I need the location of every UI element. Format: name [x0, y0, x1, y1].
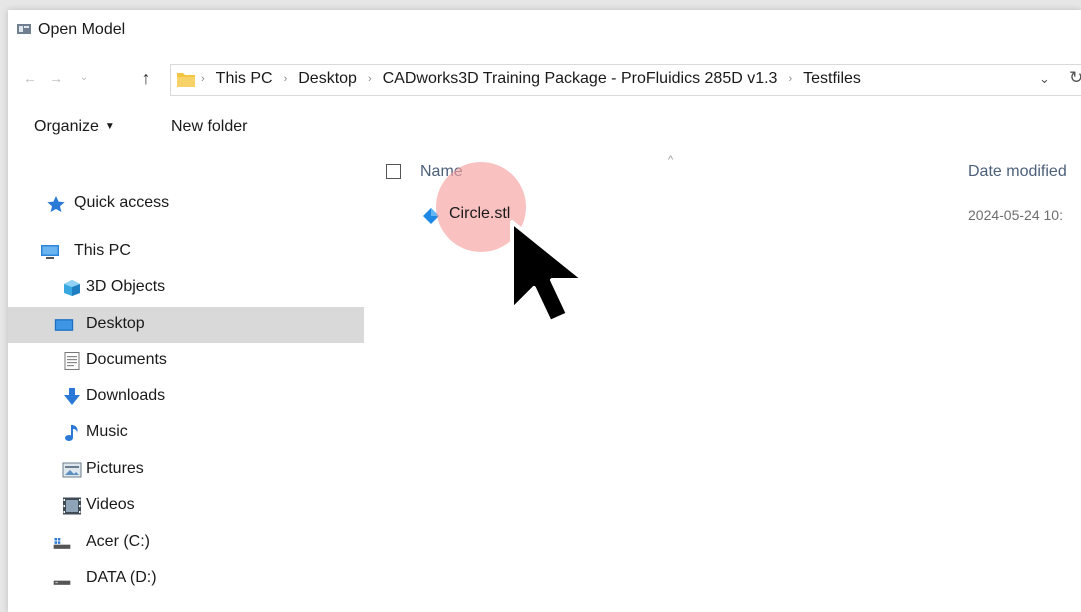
- app-icon: [17, 24, 31, 34]
- nav-item-pictures[interactable]: Pictures: [8, 452, 364, 488]
- open-model-dialog: Open Model ← → ⌄ ↑ › This PC › Desktop ›…: [8, 10, 1081, 612]
- refresh-icon[interactable]: ↻: [1069, 68, 1081, 88]
- nav-item-label: Acer (C:): [86, 533, 150, 550]
- toolbar: Organize ▼ New folder: [8, 114, 1081, 144]
- select-all-checkbox[interactable]: [386, 164, 401, 179]
- up-arrow-icon[interactable]: ↑: [136, 68, 156, 88]
- organize-label: Organize: [34, 118, 99, 135]
- nav-item-label: 3D Objects: [86, 278, 166, 295]
- nav-item-desktop[interactable]: Desktop: [8, 307, 364, 343]
- breadcrumb-testfiles[interactable]: Testfiles: [803, 70, 861, 88]
- drive-c-icon: [53, 538, 71, 549]
- nav-item-this-pc[interactable]: This PC: [8, 234, 364, 270]
- breadcrumb-separator: ›: [788, 73, 793, 85]
- organize-button[interactable]: Organize ▼: [34, 118, 115, 136]
- drive-d-icon: [53, 580, 71, 585]
- document-icon: [64, 352, 80, 370]
- nav-item-label: This PC: [74, 242, 131, 259]
- breadcrumb-desktop[interactable]: Desktop: [298, 70, 357, 88]
- file-date-modified: 2024-05-24 10:: [968, 207, 1063, 223]
- nav-item-documents[interactable]: Documents: [8, 343, 364, 379]
- breadcrumb-separator: ›: [283, 73, 288, 85]
- nav-item-3d-objects[interactable]: 3D Objects: [8, 270, 364, 306]
- breadcrumb-this-pc[interactable]: This PC: [216, 70, 273, 88]
- forward-arrow-icon[interactable]: →: [46, 68, 66, 88]
- navigation-pane: Quick access This PC 3D Objects Desktop …: [8, 170, 364, 612]
- nav-item-videos[interactable]: Videos: [8, 488, 364, 524]
- nav-item-downloads[interactable]: Downloads: [8, 379, 364, 415]
- window-title: Open Model: [38, 21, 126, 38]
- desktop-icon: [54, 319, 74, 331]
- address-row: ← → ⌄ ↑ › This PC › Desktop › CADworks3D…: [8, 62, 1081, 96]
- computer-icon: [41, 245, 59, 259]
- sort-ascending-icon: ^: [668, 154, 674, 166]
- nav-item-label: Music: [86, 423, 128, 440]
- nav-item-label: Videos: [86, 496, 135, 513]
- recent-locations-icon[interactable]: ⌄: [74, 68, 94, 88]
- nav-item-label: Quick access: [74, 194, 170, 211]
- column-header-date-modified[interactable]: Date modified: [968, 163, 1067, 181]
- nav-item-label: Desktop: [86, 315, 145, 332]
- star-icon: [47, 196, 65, 212]
- nav-item-label: DATA (D:): [86, 569, 157, 586]
- caret-down-icon: ▼: [104, 121, 115, 132]
- nav-item-label: Documents: [86, 351, 167, 368]
- back-arrow-icon[interactable]: ←: [20, 68, 40, 88]
- nav-item-label: Pictures: [86, 460, 144, 477]
- download-icon: [64, 388, 80, 405]
- breadcrumb-separator: ›: [201, 73, 205, 85]
- title-bar: Open Model: [8, 10, 1081, 50]
- cube-icon: [64, 280, 80, 296]
- breadcrumb: › This PC › Desktop › CADworks3D Trainin…: [201, 70, 861, 88]
- file-name[interactable]: Circle.stl: [449, 205, 510, 223]
- nav-item-drive-d[interactable]: DATA (D:): [8, 561, 364, 597]
- mouse-cursor-icon: [510, 220, 586, 324]
- breadcrumb-training-package[interactable]: CADworks3D Training Package - ProFluidic…: [383, 70, 778, 88]
- nav-item-music[interactable]: Music: [8, 415, 364, 451]
- address-bar[interactable]: › This PC › Desktop › CADworks3D Trainin…: [170, 64, 1081, 96]
- address-dropdown-icon[interactable]: ⌄: [1039, 71, 1050, 87]
- new-folder-button[interactable]: New folder: [171, 118, 247, 136]
- nav-item-label: Downloads: [86, 387, 166, 404]
- videos-icon: [63, 497, 81, 515]
- folder-icon: [177, 73, 195, 87]
- nav-item-quick-access[interactable]: Quick access: [8, 186, 364, 222]
- nav-item-drive-c[interactable]: Acer (C:): [8, 525, 364, 561]
- music-icon: [65, 425, 78, 441]
- pictures-icon: [62, 462, 82, 478]
- breadcrumb-separator: ›: [367, 73, 372, 85]
